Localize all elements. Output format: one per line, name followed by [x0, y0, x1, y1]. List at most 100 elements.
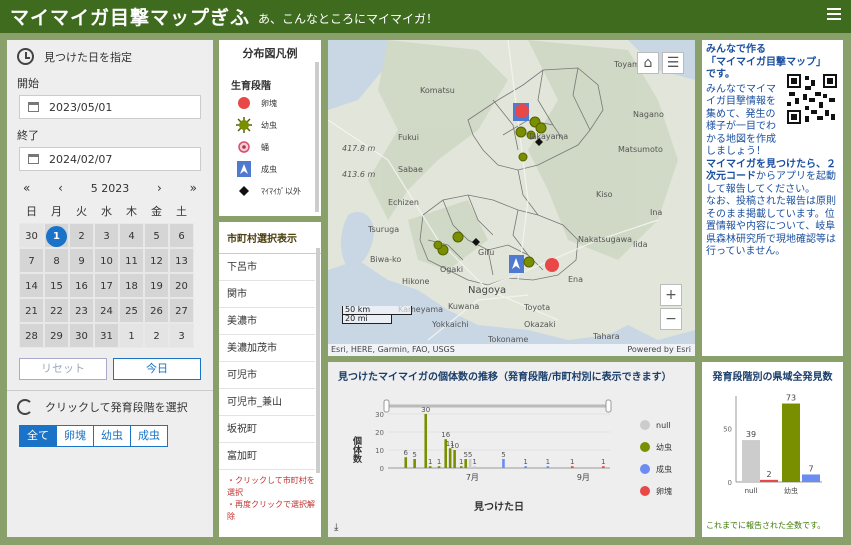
- adult-icon: [237, 161, 251, 177]
- calendar-day[interactable]: 9: [69, 248, 94, 273]
- next-month-button[interactable]: ›: [157, 181, 162, 195]
- calendar-day[interactable]: 15: [44, 273, 69, 298]
- calendar-day[interactable]: 1: [44, 223, 69, 248]
- zoom-in-button[interactable]: +: [660, 284, 682, 306]
- powered-by-text[interactable]: Powered by Esri: [627, 344, 691, 356]
- calendar-day[interactable]: 29: [44, 323, 69, 348]
- calendar-day[interactable]: 20: [169, 273, 194, 298]
- calendar-day[interactable]: 21: [19, 298, 44, 323]
- calendar-day[interactable]: 28: [19, 323, 44, 348]
- calendar-day[interactable]: 4: [119, 223, 144, 248]
- calendar-day[interactable]: 24: [94, 298, 119, 323]
- stage-egg-button[interactable]: 卵塊: [56, 425, 94, 447]
- attribution-text: Esri, HERE, Garmin, FAO, USGS: [331, 345, 455, 354]
- trend-bar-value: 1: [428, 458, 432, 466]
- end-date-input[interactable]: 2024/02/07: [19, 147, 201, 171]
- calendar-day[interactable]: 30: [69, 323, 94, 348]
- download-icon[interactable]: ⤓: [334, 522, 338, 533]
- stage-adult-button[interactable]: 成虫: [130, 425, 168, 447]
- calendar-day[interactable]: 31: [94, 323, 119, 348]
- hamburger-icon[interactable]: [827, 8, 841, 22]
- home-button[interactable]: ⌂: [637, 52, 659, 74]
- totals-chart[interactable]: 50 0 39 2 73 7 null 幼虫: [702, 386, 843, 516]
- trend-legend-item[interactable]: 幼虫: [640, 436, 672, 458]
- start-date-input[interactable]: 2023/05/01: [19, 95, 201, 119]
- stage-larva-button[interactable]: 幼虫: [93, 425, 131, 447]
- calendar-day[interactable]: 26: [144, 298, 169, 323]
- calendar-day[interactable]: 30: [19, 223, 44, 248]
- stage-all-button[interactable]: 全て: [19, 425, 57, 447]
- calendar-day[interactable]: 1: [119, 323, 144, 348]
- weekday-label: 火: [76, 205, 87, 218]
- elevation-label: 417.8 m: [342, 144, 376, 153]
- reset-button[interactable]: リセット: [19, 358, 107, 380]
- calendar-icon: [28, 154, 39, 164]
- calendar-day[interactable]: 17: [94, 273, 119, 298]
- municipality-note: ・クリックして市町村を選択 ・再度クリックで選択解除: [219, 470, 321, 523]
- calendar-day[interactable]: 18: [119, 273, 144, 298]
- calendar-day[interactable]: 22: [44, 298, 69, 323]
- totals-bar: [760, 479, 778, 482]
- map-view[interactable]: Komatsu Fukui Takayama Biwa-ko Hikone Gi…: [328, 40, 695, 356]
- prev-month-button[interactable]: ‹: [58, 181, 63, 195]
- totals-bar-value: 2: [766, 470, 771, 479]
- trend-bar-value: 1: [472, 458, 476, 466]
- zoom-out-button[interactable]: −: [660, 308, 682, 330]
- layer-list-button[interactable]: ☰: [662, 52, 684, 74]
- calendar-day[interactable]: 23: [69, 298, 94, 323]
- larva-icon: [236, 117, 252, 133]
- municipality-item[interactable]: 可児市_兼山: [219, 389, 315, 416]
- qr-code-icon[interactable]: [787, 74, 837, 124]
- trend-bar: [468, 459, 472, 468]
- trend-legend-item[interactable]: 成虫: [640, 458, 672, 480]
- calendar-day[interactable]: 6: [169, 223, 194, 248]
- range-slider-handle-right[interactable]: [605, 399, 612, 413]
- municipality-item[interactable]: 関市: [219, 281, 315, 308]
- trend-legend-item[interactable]: 卵塊: [640, 480, 672, 502]
- municipality-item[interactable]: 坂祝町: [219, 416, 315, 443]
- calendar-day[interactable]: 11: [119, 248, 144, 273]
- calendar-day[interactable]: 7: [19, 248, 44, 273]
- calendar-icon: [28, 102, 39, 112]
- municipality-item[interactable]: 美濃加茂市: [219, 335, 315, 362]
- legend-item: 幼虫: [219, 114, 321, 136]
- calendar-day[interactable]: 3: [169, 323, 194, 348]
- next-year-button[interactable]: »: [190, 181, 197, 195]
- range-slider-handle-left[interactable]: [383, 399, 390, 413]
- list-icon: ☰: [666, 55, 680, 71]
- calendar-day[interactable]: 10: [94, 248, 119, 273]
- municipality-scrollbar[interactable]: [316, 248, 320, 473]
- prev-year-button[interactable]: «: [23, 181, 30, 195]
- municipality-item[interactable]: 下呂市: [219, 254, 315, 281]
- calendar-day[interactable]: 19: [144, 273, 169, 298]
- calendar-day[interactable]: 12: [144, 248, 169, 273]
- legend-scrollbar[interactable]: [315, 62, 319, 212]
- trend-bar: [473, 466, 476, 468]
- trend-bar: [413, 459, 416, 468]
- municipality-item[interactable]: 可児市: [219, 362, 315, 389]
- calendar-day[interactable]: 2: [69, 223, 94, 248]
- info-highlight-text: マイマイガを見つけたら、: [706, 158, 826, 170]
- municipality-item[interactable]: 富加町: [219, 443, 315, 470]
- today-button[interactable]: 今日: [113, 358, 201, 380]
- calendar-day[interactable]: 5: [144, 223, 169, 248]
- map-label: Nakatsugawa: [578, 235, 633, 244]
- calendar-day[interactable]: 8: [44, 248, 69, 273]
- calendar-day[interactable]: 3: [94, 223, 119, 248]
- trend-bar-value: 10: [450, 442, 459, 450]
- calendar-day[interactable]: 27: [169, 298, 194, 323]
- y-tick-label: 0: [728, 479, 732, 487]
- calendar-day[interactable]: 16: [69, 273, 94, 298]
- legend-text: null: [656, 420, 671, 430]
- trend-bar: [424, 414, 428, 468]
- trend-bar-value: 6: [404, 449, 409, 457]
- municipality-item[interactable]: 美濃市: [219, 308, 315, 335]
- calendar-day[interactable]: 13: [169, 248, 194, 273]
- trend-bar-value: 1: [546, 458, 550, 466]
- calendar-day[interactable]: 2: [144, 323, 169, 348]
- totals-bar: [802, 474, 820, 482]
- trend-legend-item[interactable]: null: [640, 414, 672, 436]
- map-label: Tokoname: [488, 335, 529, 344]
- calendar-day[interactable]: 25: [119, 298, 144, 323]
- calendar-day[interactable]: 14: [19, 273, 44, 298]
